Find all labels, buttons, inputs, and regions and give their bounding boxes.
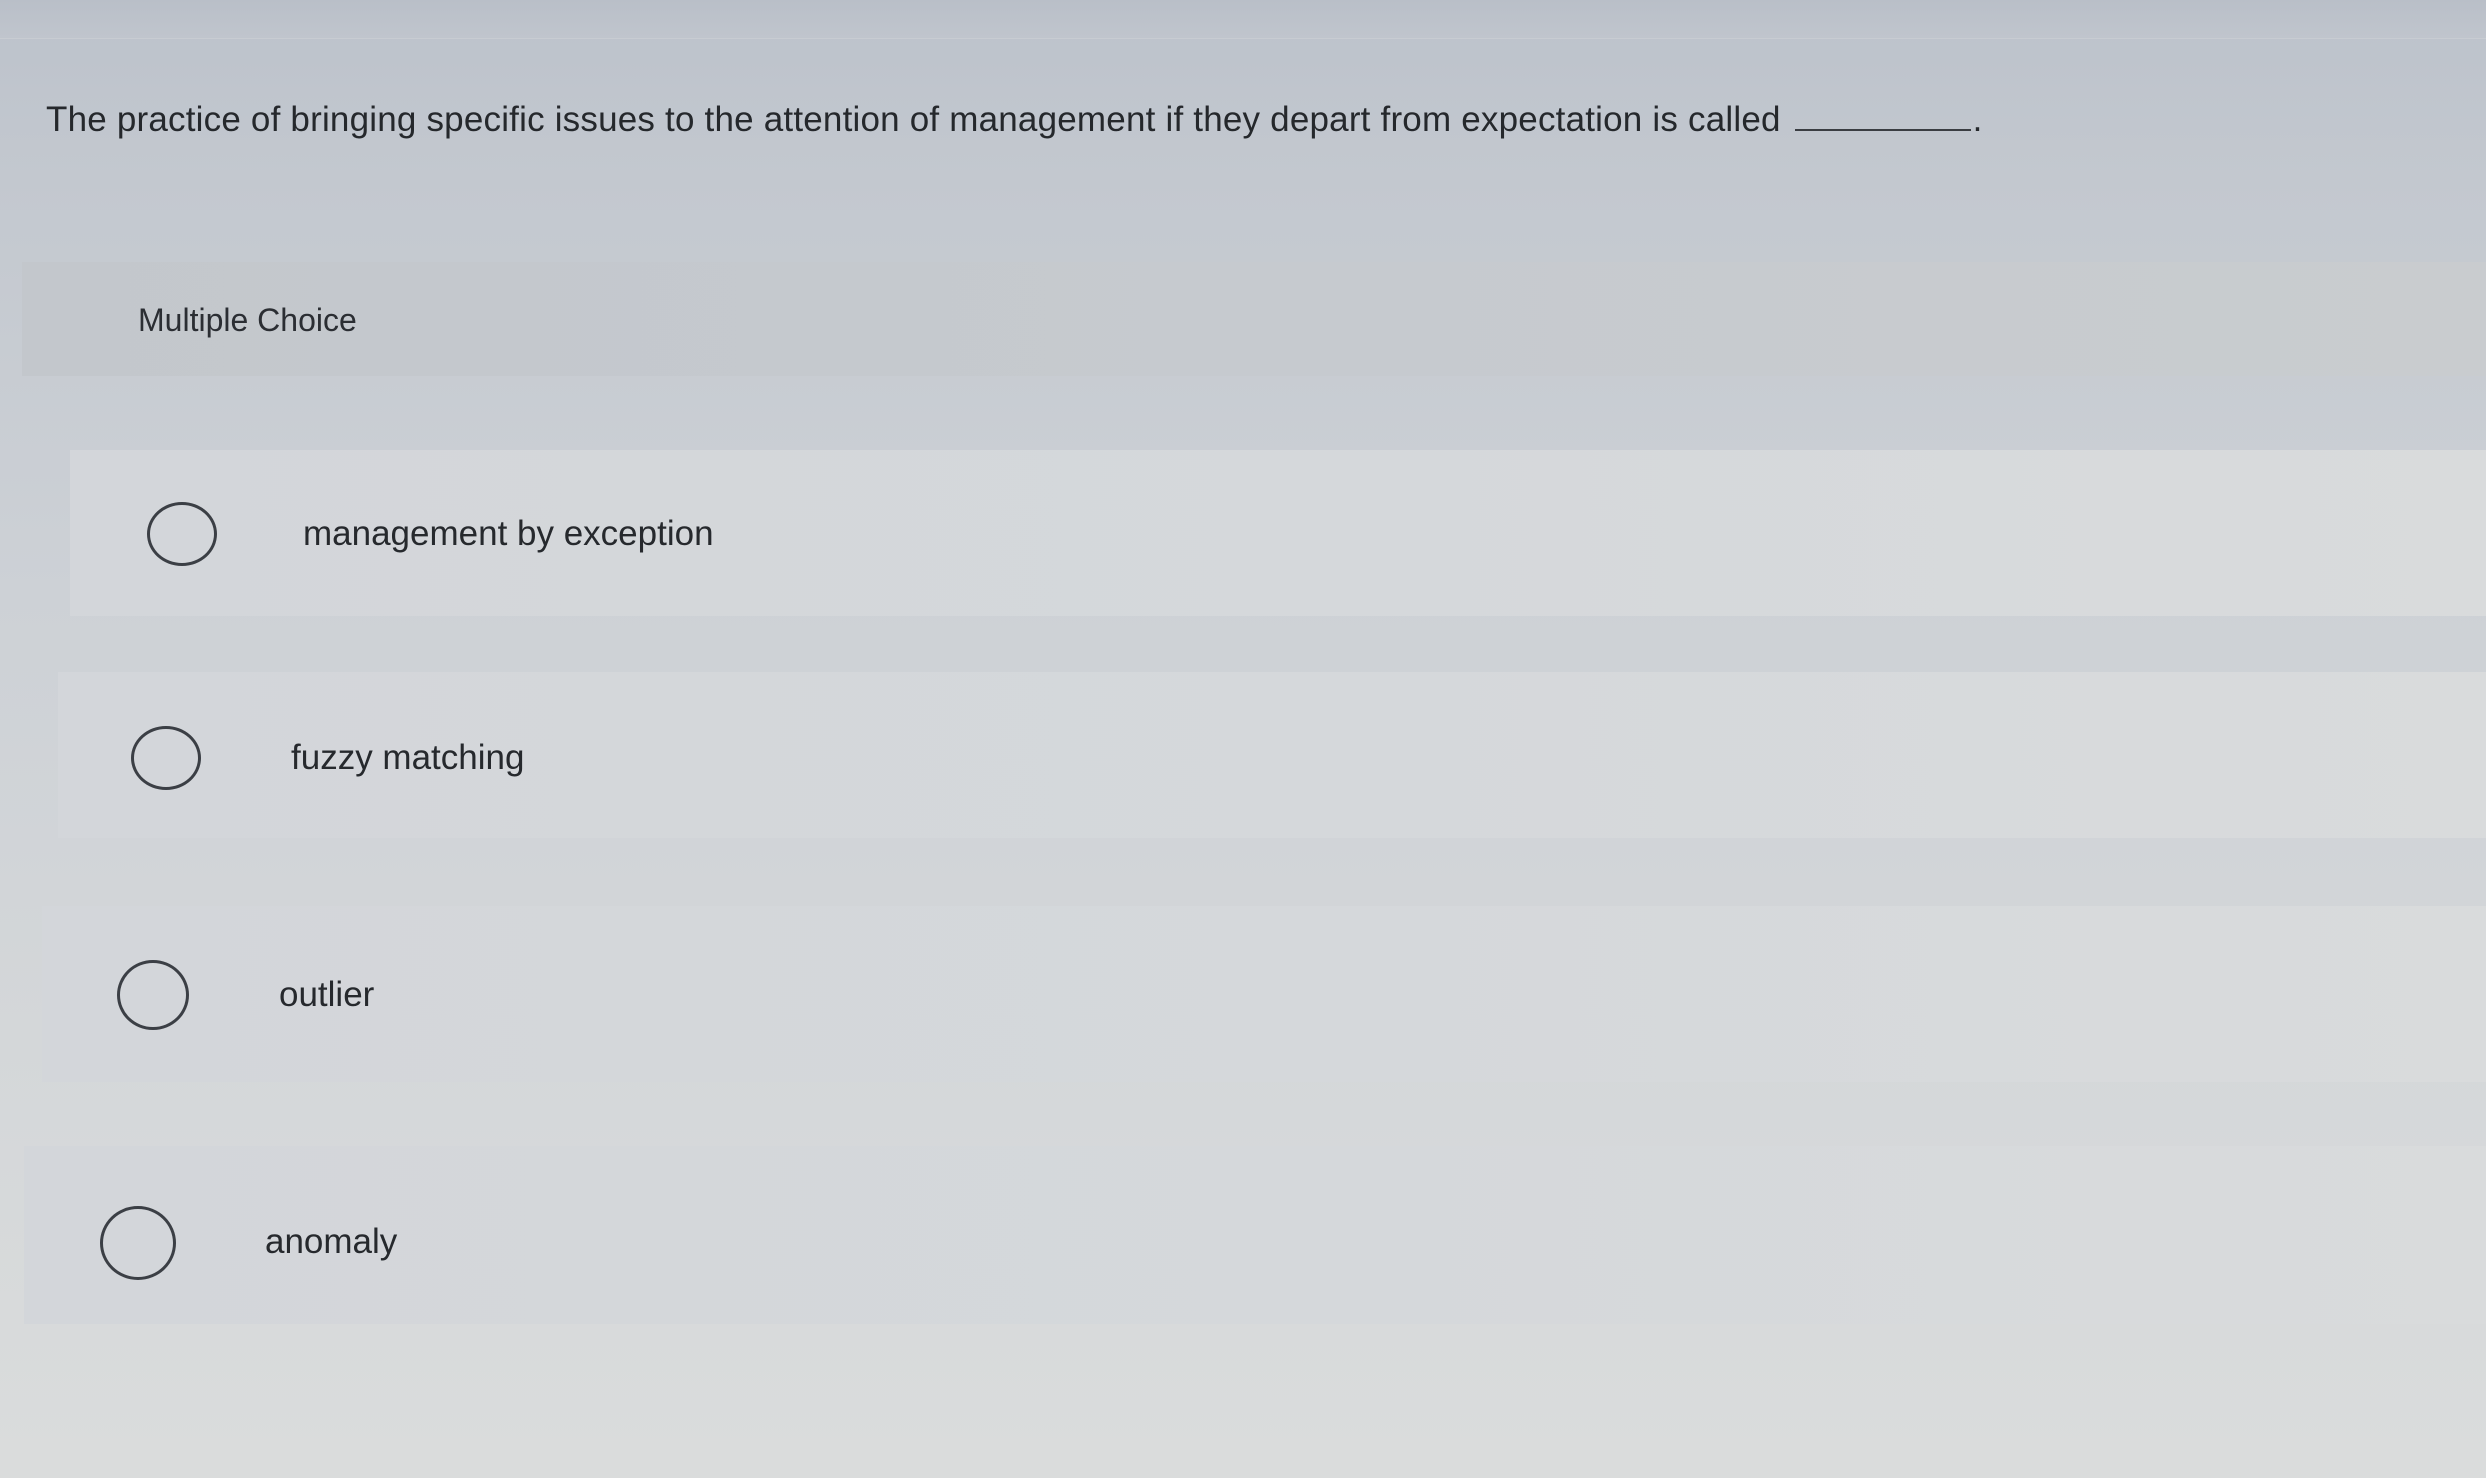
question-prompt: The practice of bringing specific issues…	[46, 100, 1983, 140]
multiple-choice-header	[22, 262, 2486, 376]
radio-option-1[interactable]	[147, 502, 217, 566]
top-strip	[0, 0, 2486, 39]
choice-option-3[interactable]	[42, 906, 2486, 1082]
choice-label-1[interactable]: management by exception	[303, 514, 714, 554]
question-text: The practice of bringing specific issues…	[46, 100, 1781, 139]
radio-option-2[interactable]	[131, 726, 201, 790]
choice-label-3[interactable]: outlier	[279, 975, 374, 1015]
choice-label-2[interactable]: fuzzy matching	[291, 738, 524, 778]
answer-blank	[1794, 103, 1971, 131]
radio-option-4[interactable]	[100, 1206, 176, 1280]
radio-option-3[interactable]	[117, 960, 189, 1030]
choice-label-4[interactable]: anomaly	[265, 1222, 397, 1262]
multiple-choice-label: Multiple Choice	[138, 302, 357, 338]
question-punctuation: .	[1972, 100, 1983, 139]
